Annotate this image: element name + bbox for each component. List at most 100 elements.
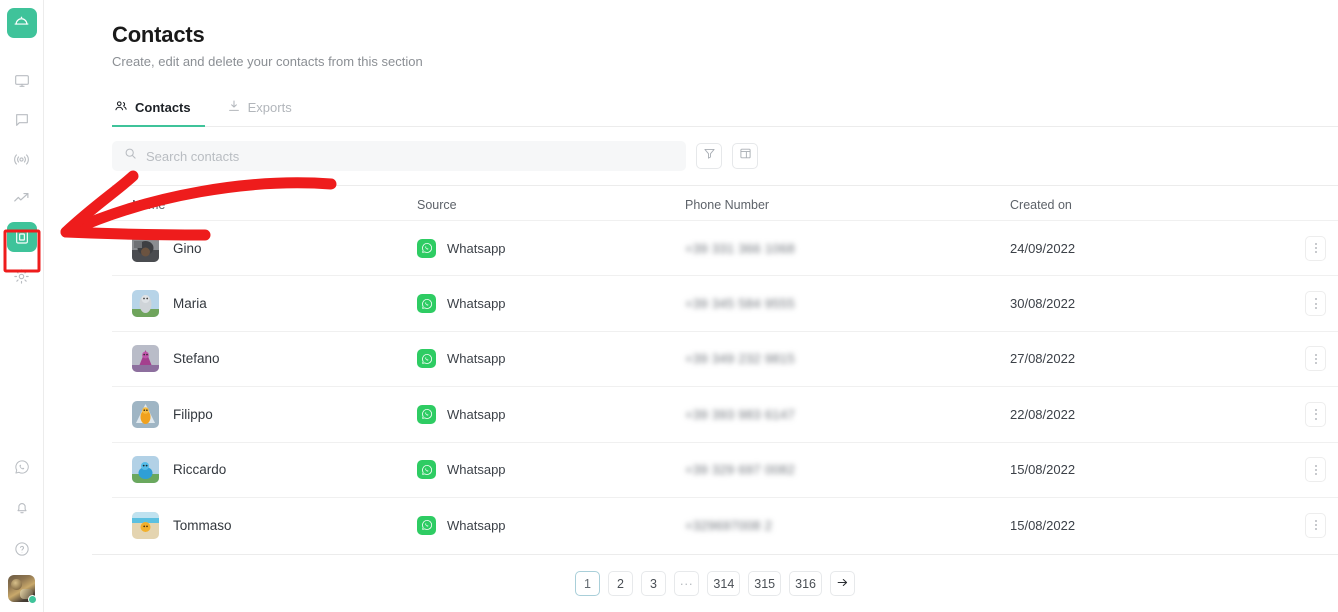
cell-name: Tommaso [112, 512, 417, 539]
sidebar-nav [7, 66, 37, 291]
table-row[interactable]: Riccardo Whatsapp +39 329 697 [112, 442, 1338, 497]
page-button-2[interactable]: 2 [608, 571, 633, 596]
row-menu-button[interactable] [1305, 291, 1326, 316]
tab-bar: Contacts Exports [112, 91, 1338, 127]
cell-source: Whatsapp [417, 460, 685, 479]
avatar [132, 512, 159, 539]
source-label: Whatsapp [447, 407, 506, 422]
cloche-dome-icon [13, 12, 30, 34]
cell-phone: +39 331 366 1068 [685, 241, 1010, 256]
table-row[interactable]: Filippo Whatsapp +39 393 983 6 [112, 386, 1338, 441]
whatsapp-icon [417, 349, 436, 368]
table-row[interactable]: Gino Whatsapp +39 331 366 1068 [112, 220, 1338, 275]
search-icon [124, 147, 137, 165]
sidebar [0, 0, 44, 612]
source-label: Whatsapp [447, 351, 506, 366]
page-button-314[interactable]: 314 [707, 571, 740, 596]
contact-name: Gino [173, 241, 202, 256]
tab-exports[interactable]: Exports [209, 91, 306, 127]
search-input[interactable] [146, 149, 674, 164]
pagination: 1 2 3 ... 314 315 316 [92, 554, 1338, 612]
whatsapp-icon [14, 459, 30, 475]
page-button-316[interactable]: 316 [789, 571, 822, 596]
page-subtitle: Create, edit and delete your contacts fr… [112, 54, 1338, 69]
cell-created-on: 24/09/2022 [1010, 241, 1260, 256]
contact-phone: +329697008 2 [685, 518, 772, 533]
sidebar-item-contacts[interactable] [7, 222, 37, 252]
trending-up-icon [13, 190, 30, 207]
gear-icon [13, 268, 30, 285]
column-header-phone[interactable]: Phone Number [685, 198, 1010, 212]
source-label: Whatsapp [447, 462, 506, 477]
avatar [132, 401, 159, 428]
page-button-315[interactable]: 315 [748, 571, 781, 596]
table-row[interactable]: Stefano Whatsapp +39 349 232 9 [112, 331, 1338, 386]
cell-actions [1260, 457, 1338, 482]
app-root: Contacts Create, edit and delete your co… [0, 0, 1338, 612]
cell-phone: +39 393 983 6147 [685, 407, 1010, 422]
table-row[interactable]: Maria Whatsapp +39 345 584 955 [112, 275, 1338, 330]
contact-phone: +39 331 366 1068 [685, 241, 795, 256]
sidebar-item-broadcast[interactable] [7, 144, 37, 174]
search-box[interactable] [112, 141, 686, 171]
row-menu-button[interactable] [1305, 457, 1326, 482]
sidebar-item-whatsapp[interactable] [7, 452, 37, 482]
page-button-3[interactable]: 3 [641, 571, 666, 596]
cell-source: Whatsapp [417, 405, 685, 424]
page-ellipsis: ... [674, 571, 699, 596]
contact-created-on: 27/08/2022 [1010, 351, 1075, 366]
whatsapp-icon [417, 460, 436, 479]
sidebar-item-help[interactable] [7, 534, 37, 564]
source-label: Whatsapp [447, 518, 506, 533]
sidebar-item-settings[interactable] [7, 261, 37, 291]
bell-icon [14, 500, 30, 516]
download-icon [227, 99, 241, 116]
filter-button[interactable] [696, 143, 722, 169]
cell-created-on: 15/08/2022 [1010, 518, 1260, 533]
contact-created-on: 15/08/2022 [1010, 462, 1075, 477]
cell-source: Whatsapp [417, 516, 685, 535]
whatsapp-icon [417, 405, 436, 424]
app-logo[interactable] [7, 8, 37, 38]
row-menu-button[interactable] [1305, 346, 1326, 371]
contact-phone: +39 349 232 9815 [685, 351, 795, 366]
cell-source: Whatsapp [417, 349, 685, 368]
table-row[interactable]: Tommaso Whatsapp +329697008 2 [112, 497, 1338, 552]
contact-name: Tommaso [173, 518, 232, 533]
cell-phone: +39 329 697 0082 [685, 462, 1010, 477]
page-button-1[interactable]: 1 [575, 571, 600, 596]
cell-name: Filippo [112, 401, 417, 428]
table-columns-icon [739, 147, 752, 165]
column-header-source[interactable]: Source [417, 198, 685, 212]
column-header-name[interactable]: Name [112, 198, 417, 212]
cell-actions [1260, 402, 1338, 427]
source-label: Whatsapp [447, 241, 506, 256]
contact-created-on: 24/09/2022 [1010, 241, 1075, 256]
cell-name: Riccardo [112, 456, 417, 483]
source-label: Whatsapp [447, 296, 506, 311]
more-vertical-icon [1315, 298, 1317, 300]
user-account-button[interactable] [8, 575, 35, 602]
sidebar-item-analytics[interactable] [7, 183, 37, 213]
table-toolbar [112, 141, 1318, 171]
cell-created-on: 22/08/2022 [1010, 407, 1260, 422]
column-header-created-on[interactable]: Created on [1010, 198, 1260, 212]
help-circle-icon [14, 541, 30, 557]
row-menu-button[interactable] [1305, 402, 1326, 427]
page-header: Contacts Create, edit and delete your co… [64, 0, 1338, 69]
row-menu-button[interactable] [1305, 513, 1326, 538]
next-page-button[interactable] [830, 571, 855, 596]
row-menu-button[interactable] [1305, 236, 1326, 261]
contact-name: Riccardo [173, 462, 226, 477]
contact-name: Stefano [173, 351, 220, 366]
sidebar-item-notifications[interactable] [7, 493, 37, 523]
tab-contacts[interactable]: Contacts [112, 91, 205, 127]
cell-source: Whatsapp [417, 239, 685, 258]
sidebar-item-dashboard[interactable] [7, 66, 37, 96]
monitor-icon [14, 73, 30, 89]
cell-name: Gino [112, 235, 417, 262]
columns-button[interactable] [732, 143, 758, 169]
sidebar-bottom-nav [7, 452, 37, 602]
contacts-table: Name Source Phone Number Created on [112, 185, 1338, 552]
sidebar-item-chat[interactable] [7, 105, 37, 135]
